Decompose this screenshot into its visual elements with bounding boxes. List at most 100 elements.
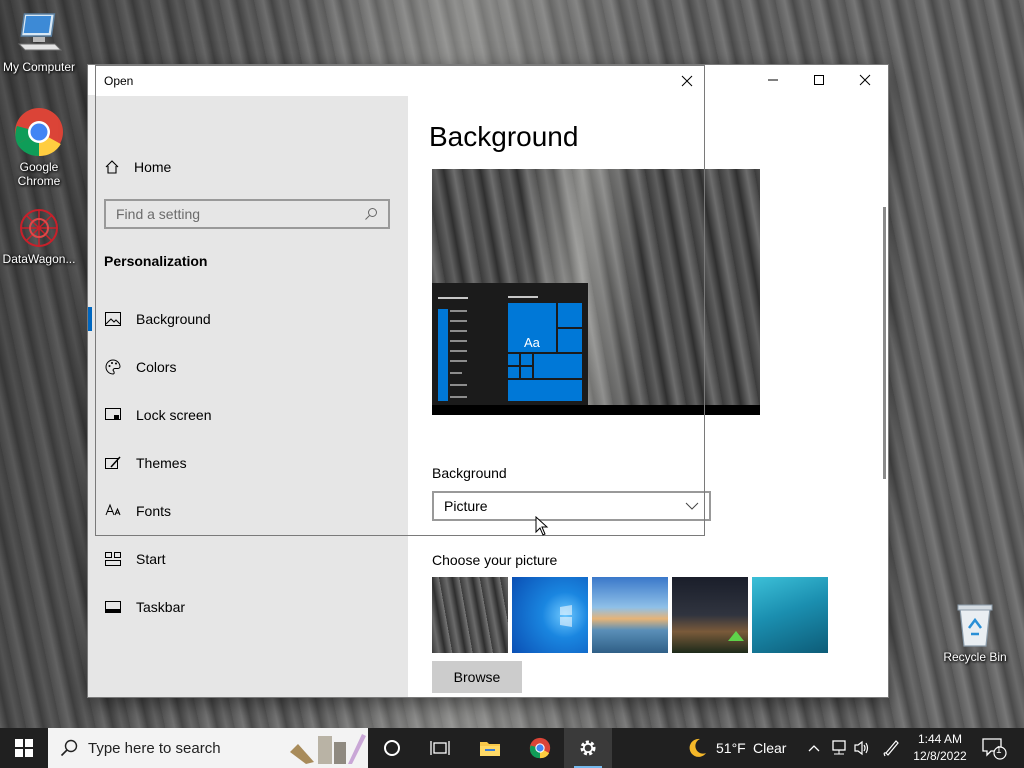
background-preview: Aa	[432, 169, 760, 415]
start-button[interactable]	[0, 728, 48, 768]
section-title: Personalization	[104, 253, 208, 269]
nav-item-start[interactable]: Start	[88, 535, 408, 583]
windows-start-icon	[15, 739, 33, 757]
weather-widget[interactable]	[684, 728, 710, 768]
chrome-taskbar-button[interactable]	[516, 728, 564, 768]
tent-icon	[728, 631, 744, 641]
maximize-icon	[814, 75, 824, 85]
preview-taskbar	[432, 405, 760, 415]
folder-icon	[480, 742, 500, 756]
settings-sidebar: Home Find a setting Personalization Back…	[88, 95, 408, 697]
nav-item-label: Themes	[136, 455, 187, 471]
open-dialog-title: Open	[104, 74, 134, 88]
taskbar-search-placeholder: Type here to search	[88, 739, 221, 757]
search-icon	[365, 208, 377, 220]
show-hidden-icons-button[interactable]	[806, 728, 822, 768]
chevron-up-icon	[808, 745, 820, 752]
fonts-icon	[104, 502, 122, 520]
background-type-dropdown[interactable]: Picture	[432, 491, 711, 521]
taskbar-search-box[interactable]: Type here to search	[48, 728, 368, 768]
nav-item-fonts[interactable]: Fonts	[88, 487, 408, 535]
task-view-button[interactable]	[416, 728, 464, 768]
choose-picture-label: Choose your picture	[432, 552, 558, 568]
nav-item-label: Colors	[136, 359, 177, 375]
desktop-icon-google-chrome[interactable]: Google Chrome	[1, 106, 77, 188]
nav-item-themes[interactable]: Themes	[88, 439, 408, 487]
desktop-icon-label: Recycle Bin	[943, 650, 1007, 664]
desktop-icon-label: DataWagon...	[2, 252, 76, 266]
nav-item-lock-screen[interactable]: Lock screen	[88, 391, 408, 439]
dropdown-selected-value: Picture	[444, 498, 488, 514]
background-type-label: Background	[432, 465, 507, 481]
picture-thumbnail-windows[interactable]	[512, 577, 588, 653]
desktop-icon-recycle-bin[interactable]: Recycle Bin	[937, 602, 1013, 664]
search-highlight-image-icon	[290, 734, 366, 764]
nav-item-label: Lock screen	[136, 407, 212, 423]
page-title: Background	[429, 121, 579, 152]
desktop-icon-label: Google Chrome	[17, 160, 61, 188]
cortana-button[interactable]	[368, 728, 416, 768]
pen-icon	[883, 740, 899, 757]
clock-date: 12/8/2022	[913, 749, 967, 763]
nav-item-label: Background	[136, 311, 211, 327]
settings-taskbar-button[interactable]	[564, 728, 612, 768]
network-button[interactable]	[828, 728, 850, 768]
datawagon-icon	[20, 209, 58, 247]
nav-item-background[interactable]: Background	[88, 295, 408, 343]
close-button[interactable]	[842, 65, 888, 95]
nav-item-label: Start	[136, 551, 166, 567]
preview-start-menu-drawing	[438, 296, 582, 401]
picture-thumbnail-beach[interactable]	[592, 577, 668, 653]
notification-icon	[982, 738, 1007, 760]
find-setting-search[interactable]: Find a setting	[104, 199, 390, 229]
desktop-icon-label: My Computer	[2, 60, 76, 74]
home-label: Home	[134, 159, 172, 175]
personalization-nav: Background Colors Lock screen Themes Fon…	[88, 295, 408, 631]
settings-window: Home Find a setting Personalization Back…	[88, 65, 888, 697]
chrome-icon	[529, 737, 551, 759]
preview-sample-text: Aa	[524, 335, 540, 350]
desktop-icon-my-computer[interactable]: My Computer	[1, 10, 77, 74]
maximize-button[interactable]	[796, 65, 842, 95]
minimize-button[interactable]	[750, 65, 796, 95]
picture-icon	[104, 310, 122, 328]
minimize-icon	[768, 79, 778, 81]
weather-temperature: 51°F	[716, 740, 746, 756]
desktop-icon-datawagon[interactable]: DataWagon...	[1, 206, 77, 266]
nav-item-colors[interactable]: Colors	[88, 343, 408, 391]
search-icon	[60, 739, 78, 757]
home-nav-item[interactable]: Home	[104, 159, 171, 175]
action-center-button[interactable]: 1	[976, 728, 1012, 768]
chrome-icon	[15, 108, 63, 157]
nav-item-taskbar[interactable]: Taskbar	[88, 583, 408, 631]
clock-time: 1:44 AM	[917, 732, 963, 746]
taskbar-clock[interactable]: 1:44 AM 12/8/2022	[910, 731, 970, 765]
picture-thumbnail-underwater[interactable]	[752, 577, 828, 653]
preview-start-menu: Aa	[432, 283, 588, 405]
nav-item-label: Fonts	[136, 503, 172, 519]
search-placeholder: Find a setting	[116, 206, 201, 222]
mouse-cursor-icon	[535, 516, 549, 536]
volume-button[interactable]	[851, 728, 873, 768]
taskbar: Type here to search 51°F Clear 1:44 AM 1…	[0, 728, 1024, 768]
open-dialog-titlebar[interactable]: Open	[96, 66, 704, 96]
gear-icon	[580, 740, 596, 756]
nav-item-label: Taskbar	[136, 599, 186, 615]
content-scrollbar[interactable]	[883, 207, 886, 479]
settings-content: Background Aa Background Picture Choose …	[408, 95, 888, 697]
picture-thumbnail-night-sky[interactable]	[672, 577, 748, 653]
cortana-icon	[384, 740, 400, 756]
pen-workspace-button[interactable]	[878, 728, 904, 768]
recycle-bin-icon	[957, 604, 993, 647]
file-explorer-button[interactable]	[466, 728, 514, 768]
chevron-down-icon	[685, 502, 699, 510]
windows-logo-icon	[560, 605, 572, 627]
open-dialog-close-button[interactable]	[676, 70, 698, 92]
taskbar-icon	[104, 598, 122, 616]
browse-button[interactable]: Browse	[432, 661, 522, 693]
lock-screen-icon	[104, 406, 122, 424]
picture-thumbnail-rock[interactable]	[432, 577, 508, 653]
home-icon	[105, 160, 119, 174]
computer-icon	[17, 13, 63, 51]
weather-description: Clear	[753, 740, 787, 756]
